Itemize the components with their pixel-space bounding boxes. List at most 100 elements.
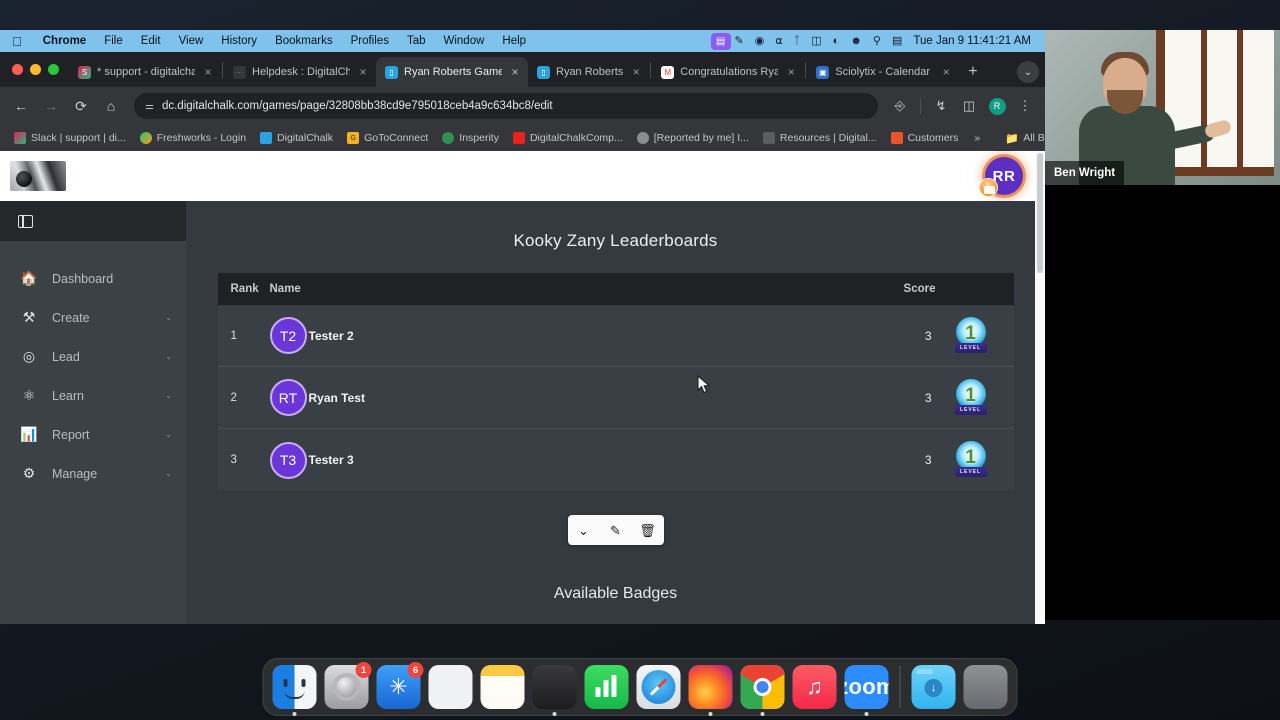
reload-button[interactable]: ⟳	[68, 93, 94, 119]
avatar: T3	[269, 441, 307, 479]
menu-item-view[interactable]: View	[170, 35, 213, 47]
menu-item-tab[interactable]: Tab	[398, 35, 435, 47]
display-mirror-icon[interactable]: ▤	[892, 35, 902, 47]
menu-item-chrome[interactable]: Chrome	[34, 35, 95, 47]
bluetooth-icon[interactable]: ᛏ	[794, 35, 801, 47]
tab-ryan-roberts[interactable]: ▯ Ryan Roberts ×	[528, 57, 649, 87]
site-settings-icon[interactable]: ⚌	[145, 101, 154, 112]
tab-close-icon[interactable]: ×	[629, 65, 643, 79]
menu-item-bookmarks[interactable]: Bookmarks	[266, 35, 342, 47]
sidebar-item-learn[interactable]: ⚛ Learn ⌄	[0, 376, 186, 415]
side-panel-icon[interactable]: ◫	[957, 94, 981, 118]
sidebar-collapse-button[interactable]	[0, 201, 186, 241]
leaderboard-block-toolbar: ⌄ ✎ 🗑	[567, 515, 664, 545]
dock-item-firefox[interactable]	[688, 665, 733, 716]
spotlight-search-icon[interactable]: ⚲	[873, 35, 881, 47]
tab-title: Sciolytix - Calendar - J	[835, 66, 933, 78]
edit-icon[interactable]: ✎	[604, 524, 628, 537]
tab-search-chevron-down-icon[interactable]: ⌄	[1017, 61, 1039, 83]
company-logo[interactable]	[10, 161, 66, 191]
tab-congratulations-ryan[interactable]: M Congratulations Ryan, ×	[652, 57, 804, 87]
dock-item-numbers[interactable]	[584, 665, 629, 709]
bookmark-customers[interactable]: Customers	[885, 129, 965, 147]
dock-item-music[interactable]: ♫	[792, 665, 837, 709]
new-tab-button[interactable]: +	[959, 57, 986, 87]
headphones-icon[interactable]: ⍺	[775, 35, 782, 47]
tab-close-icon[interactable]: ×	[356, 65, 370, 79]
battery-icon[interactable]: ◫	[811, 35, 821, 47]
table-row[interactable]: 1 T2 Tester 2 3 1 LEVEL	[217, 305, 1014, 367]
tab-sciolytix-calendar[interactable]: ▣ Sciolytix - Calendar - J ×	[807, 57, 959, 87]
close-window-button[interactable]	[12, 64, 23, 75]
menu-item-history[interactable]: History	[212, 35, 266, 47]
sidebar-item-dashboard[interactable]: 🏠 Dashboard	[0, 259, 186, 298]
window-traffic-lights[interactable]	[8, 52, 69, 87]
bookmark-resources[interactable]: Resources | Digital...	[757, 129, 883, 147]
sidebar-item-manage[interactable]: ⚙ Manage ⌄	[0, 454, 186, 493]
wifi-icon[interactable]: ◐	[833, 35, 840, 47]
tab-helpdesk-digitalchalk[interactable]: ⋯ Helpdesk : DigitalChalk ×	[224, 57, 376, 87]
bookmark-digitalchalkcomp[interactable]: DigitalChalkComp...	[507, 129, 629, 147]
menu-item-help[interactable]: Help	[493, 35, 535, 47]
pencil-icon[interactable]: ✎	[735, 35, 744, 47]
tab-support-digitalchalk[interactable]: S * support - digitalchalk ×	[69, 57, 221, 87]
bookmark-gotoconnect[interactable]: G GoToConnect	[341, 129, 434, 147]
dock-item-finder[interactable]	[272, 665, 317, 716]
chrome-menu-icon[interactable]: ⋮	[1013, 94, 1037, 118]
user-switch-icon[interactable]: ☻	[850, 35, 862, 47]
bookmarks-overflow-button[interactable]: »	[968, 129, 986, 147]
minimize-window-button[interactable]	[30, 64, 41, 75]
macos-dock: 1 ✳ 6 ♫ oom ↓	[262, 658, 1018, 716]
apple-icon[interactable]: 	[12, 35, 22, 48]
bookmark-reported-by-me[interactable]: [Reported by me] I...	[631, 129, 755, 147]
tab-close-icon[interactable]: ×	[784, 65, 798, 79]
dock-item-zoom[interactable]: zoom	[844, 665, 889, 716]
extensions-icon[interactable]: ⎆	[888, 94, 912, 118]
sidebar-item-lead[interactable]: ◎ Lead ⌄	[0, 337, 186, 376]
back-button[interactable]: ←	[8, 93, 34, 119]
dock-item-safari[interactable]	[636, 665, 681, 709]
screen-record-icon[interactable]: ◉	[755, 35, 765, 47]
page-scrollbar-thumb[interactable]	[1037, 153, 1043, 273]
zoom-window-button[interactable]	[48, 64, 59, 75]
dock-item-system-settings[interactable]: 1	[324, 662, 372, 709]
dock-item-calculator[interactable]	[532, 665, 577, 716]
tab-close-icon[interactable]: ×	[201, 65, 215, 79]
tab-ryan-roberts-games[interactable]: ▯ Ryan Roberts Games ×	[376, 57, 528, 87]
menu-item-edit[interactable]: Edit	[132, 35, 170, 47]
menu-bar-clock[interactable]: Tue Jan 9 11:41:21 AM	[913, 35, 1037, 47]
menu-item-file[interactable]: File	[95, 35, 132, 47]
bookmark-insperity[interactable]: Insperity	[436, 129, 505, 147]
digitalchalk-icon: ▯	[537, 65, 550, 79]
dock-item-trash[interactable]	[963, 665, 1008, 709]
menu-item-profiles[interactable]: Profiles	[342, 35, 398, 47]
bookmark-digitalchalk[interactable]: DigitalChalk	[254, 129, 339, 147]
bookmark-slack[interactable]: Slack | support | di...	[8, 129, 132, 147]
tab-close-icon[interactable]: ×	[508, 65, 522, 79]
user-avatar[interactable]: RR	[979, 157, 1023, 197]
chevron-down-icon[interactable]: ⌄	[572, 524, 596, 537]
dock-item-launchpad[interactable]	[428, 665, 473, 709]
sidebar-item-report[interactable]: 📊 Report ⌄	[0, 415, 186, 454]
dock-item-app-store[interactable]: ✳ 6	[376, 662, 424, 709]
profile-avatar[interactable]: R	[985, 94, 1009, 118]
dock-item-downloads-folder[interactable]: ↓	[911, 665, 956, 709]
sidebar-item-create[interactable]: ⚒ Create ⌄	[0, 298, 186, 337]
menu-item-window[interactable]: Window	[435, 35, 494, 47]
row-badge-cell: 1 LEVEL	[936, 378, 1014, 417]
dock-item-chrome[interactable]	[740, 665, 785, 716]
tab-close-icon[interactable]: ×	[939, 65, 953, 79]
address-bar[interactable]: ⚌ dc.digitalchalk.com/games/page/32808bb…	[134, 93, 878, 119]
home-button[interactable]: ⌂	[98, 93, 124, 119]
dock-item-notes[interactable]	[480, 665, 525, 709]
trash-icon[interactable]: 🗑	[636, 524, 660, 537]
webcam-video-tile[interactable]: Ben Wright	[1045, 30, 1280, 185]
forward-button[interactable]: →	[38, 93, 64, 119]
control-center-icon[interactable]: ▤	[710, 32, 731, 50]
downloads-icon[interactable]: ↯	[929, 94, 953, 118]
table-row[interactable]: 3 T3 Tester 3 3 1 LEVEL	[218, 429, 1014, 491]
bookmark-freshworks[interactable]: Freshworks - Login	[134, 129, 252, 147]
badge-level-label: LEVEL	[954, 467, 987, 477]
table-row[interactable]: 2 RT Ryan Test 3 1 LEVEL	[217, 367, 1014, 429]
row-score: 3	[924, 328, 932, 343]
